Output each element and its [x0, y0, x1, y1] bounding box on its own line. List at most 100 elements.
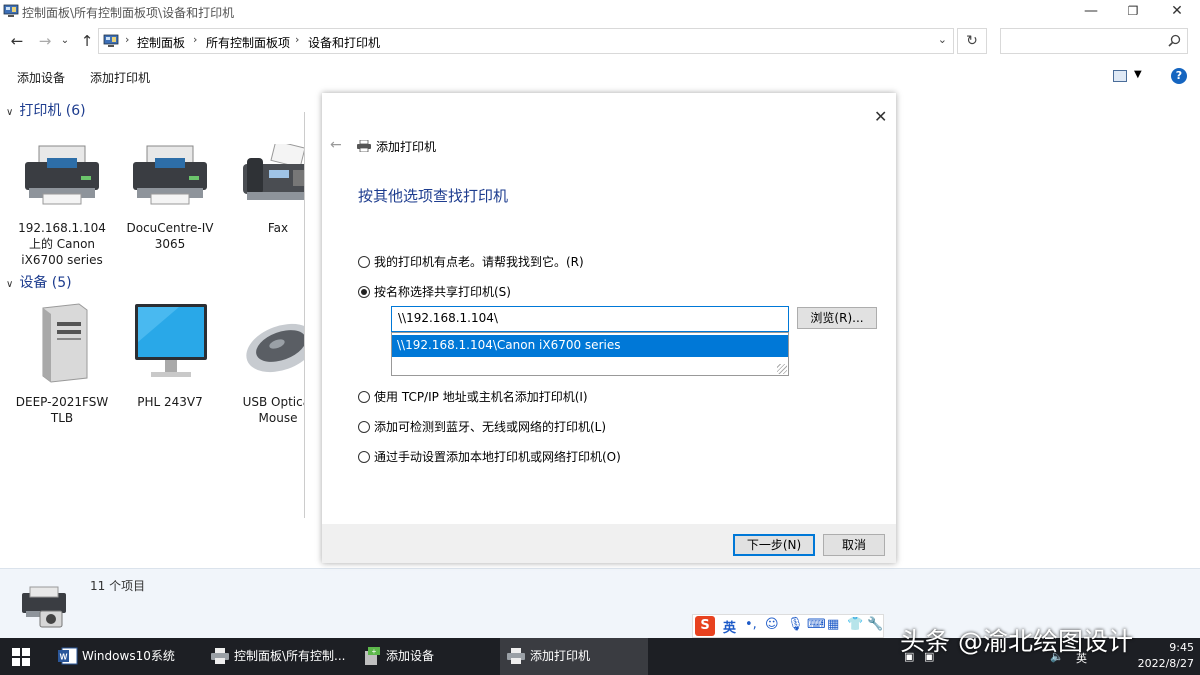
keyboard-icon[interactable]: ⌨ [807, 617, 826, 632]
punctuation-icon[interactable]: •, [745, 617, 757, 632]
autocomplete-item[interactable]: \\192.168.1.104\Canon iX6700 series [392, 335, 788, 357]
cancel-button[interactable]: 取消 [823, 534, 885, 556]
taskbar-add-printer[interactable]: 添加打印机 [500, 638, 648, 675]
search-icon[interactable] [1168, 34, 1181, 47]
clock-date: 2022/8/27 [1137, 657, 1194, 670]
group-devices[interactable]: ∨ 设备 (5) [6, 272, 72, 292]
chevron-down-icon[interactable]: ⌄ [938, 33, 947, 46]
help-button[interactable]: ? [1171, 68, 1187, 84]
chevron-down-icon[interactable]: ∨ [6, 279, 13, 290]
taskbar-control-panel[interactable]: 控制面板\所有控制... [204, 638, 352, 675]
autocomplete-list: \\192.168.1.104\Canon iX6700 series [391, 332, 789, 376]
close-button[interactable]: ✕ [1154, 0, 1200, 24]
radio-button[interactable] [358, 451, 370, 463]
option-tcpip[interactable]: 使用 TCP/IP 地址或主机名添加打印机(I) [358, 388, 588, 405]
control-panel-icon [3, 4, 19, 17]
resize-grip-icon[interactable] [777, 364, 787, 374]
back-arrow-icon[interactable]: ← [6, 30, 28, 52]
group-devices-label: 设备 (5) [19, 275, 72, 291]
radio-button-selected[interactable] [358, 286, 370, 298]
next-button[interactable]: 下一步(N) [733, 534, 815, 556]
add-device-button[interactable]: 添加设备 [17, 69, 65, 86]
option-manual-label: 通过手动设置添加本地打印机或网络打印机(O) [374, 450, 621, 464]
svg-text:W: W [60, 653, 68, 662]
windows-start-icon[interactable] [12, 648, 30, 666]
recent-dropdown-icon[interactable]: ⌄ [58, 30, 72, 52]
group-printers[interactable]: ∨ 打印机 (6) [6, 100, 86, 120]
printer-icon [25, 145, 99, 205]
printer-icon [211, 648, 229, 664]
navigation-bar: ← → ⌄ ↑ › 控制面板 › 所有控制面板项 › 设备和打印机 ⌄ ↻ [0, 26, 1200, 56]
printer-docucentre-tile[interactable]: DocuCentre-IV 3065 [120, 144, 220, 252]
refresh-button[interactable]: ↻ [957, 28, 987, 54]
clock-time: 9:45 [1169, 641, 1194, 654]
up-arrow-icon[interactable]: ↑ [76, 30, 98, 52]
command-bar: 添加设备 添加打印机 ▼ ? [0, 62, 1200, 92]
option-old-printer-label: 我的打印机有点老。请帮我找到它。(R) [374, 255, 584, 269]
address-bar[interactable]: › 控制面板 › 所有控制面板项 › 设备和打印机 ⌄ [98, 28, 954, 54]
add-printer-dialog: ✕ ← 添加打印机 按其他选项查找打印机 我的打印机有点老。请帮我找到它。(R)… [322, 93, 896, 563]
printer-icon [133, 145, 207, 205]
device-monitor-tile[interactable]: PHL 243V7 [120, 302, 220, 410]
device-computer-tile[interactable]: DEEP-2021FSW TLB [12, 302, 112, 426]
option-shared-printer-label: 按名称选择共享打印机(S) [374, 285, 511, 299]
window-title: 控制面板\所有控制面板项\设备和打印机 [22, 6, 235, 20]
device-computer-label: DEEP-2021FSW TLB [15, 395, 109, 425]
radio-button[interactable] [358, 421, 370, 433]
option-shared-printer[interactable]: 按名称选择共享打印机(S) [358, 283, 511, 300]
camera-printer-icon [22, 586, 66, 628]
sogou-logo-icon[interactable]: S [695, 616, 715, 636]
printer-icon [507, 648, 525, 664]
item-count: 11 个项目 [90, 579, 146, 593]
device-monitor-label: PHL 243V7 [137, 395, 203, 409]
ime-toolbar: S 英 •, ☺ 🎙 ⌨ ▦ 👕 🔧 [692, 614, 884, 638]
radio-button[interactable] [358, 391, 370, 403]
dialog-close-icon[interactable]: ✕ [874, 107, 887, 126]
ime-language[interactable]: 英 [723, 617, 736, 636]
option-bluetooth-wireless-label: 添加可检测到蓝牙、无线或网络的打印机(L) [374, 420, 607, 434]
system-clock[interactable]: 9:45 2022/8/27 [1134, 640, 1194, 672]
taskbar-add-device[interactable]: + 添加设备 [356, 638, 496, 675]
control-panel-icon [103, 34, 119, 47]
radio-button[interactable] [358, 256, 370, 268]
crumb-separator-icon[interactable]: › [193, 33, 197, 46]
search-input[interactable] [1000, 28, 1188, 54]
minimize-button[interactable]: — [1068, 0, 1114, 24]
taskbar-word[interactable]: W Windows10系统如... [52, 638, 198, 675]
printer-canon-label: 192.168.1.104 上的 Canon iX6700 series [18, 221, 106, 267]
option-old-printer[interactable]: 我的打印机有点老。请帮我找到它。(R) [358, 253, 584, 270]
dialog-back-arrow-icon[interactable]: ← [330, 137, 342, 153]
group-printers-label: 打印机 (6) [19, 103, 86, 119]
crumb-all-items[interactable]: 所有控制面板项 [206, 34, 290, 51]
taskbar-control-panel-label: 控制面板\所有控制... [234, 649, 346, 663]
option-tcpip-label: 使用 TCP/IP 地址或主机名添加打印机(I) [374, 390, 588, 404]
chevron-down-icon[interactable]: ∨ [6, 107, 13, 118]
maximize-button[interactable]: ❐ [1110, 0, 1156, 24]
tools-icon[interactable]: 🔧 [867, 617, 883, 632]
underlying-dialog-edge [304, 112, 322, 518]
printer-icon [357, 140, 371, 152]
view-dropdown-icon[interactable]: ▼ [1134, 69, 1142, 80]
emoji-icon[interactable]: ☺ [765, 617, 779, 632]
option-bluetooth-wireless[interactable]: 添加可检测到蓝牙、无线或网络的打印机(L) [358, 418, 606, 435]
crumb-separator-icon[interactable]: › [295, 33, 299, 46]
browse-button[interactable]: 浏览(R)... [797, 307, 877, 329]
forward-arrow-icon[interactable]: → [34, 30, 56, 52]
option-manual[interactable]: 通过手动设置添加本地打印机或网络打印机(O) [358, 448, 621, 465]
microphone-icon[interactable]: 🎙 [787, 617, 804, 632]
title-bar: 控制面板\所有控制面板项\设备和打印机 — ❐ ✕ [0, 0, 1200, 24]
dialog-title: 添加打印机 [376, 140, 437, 154]
grid-icon[interactable]: ▦ [827, 617, 839, 632]
crumb-control-panel[interactable]: 控制面板 [137, 34, 185, 51]
svg-text:+: + [372, 647, 377, 656]
dialog-footer: 下一步(N) 取消 [322, 524, 896, 563]
crumb-devices-printers[interactable]: 设备和打印机 [308, 34, 380, 51]
printer-canon-tile[interactable]: 192.168.1.104 上的 Canon iX6700 series [12, 144, 112, 268]
taskbar-add-printer-label: 添加打印机 [530, 649, 591, 663]
computer-tower-icon [42, 303, 88, 383]
skin-icon[interactable]: 👕 [847, 617, 863, 632]
add-printer-button[interactable]: 添加打印机 [90, 69, 150, 86]
shared-printer-name-input[interactable]: \\192.168.1.104\ [391, 306, 789, 332]
view-options-icon[interactable] [1113, 70, 1127, 82]
crumb-separator-icon[interactable]: › [125, 33, 129, 46]
